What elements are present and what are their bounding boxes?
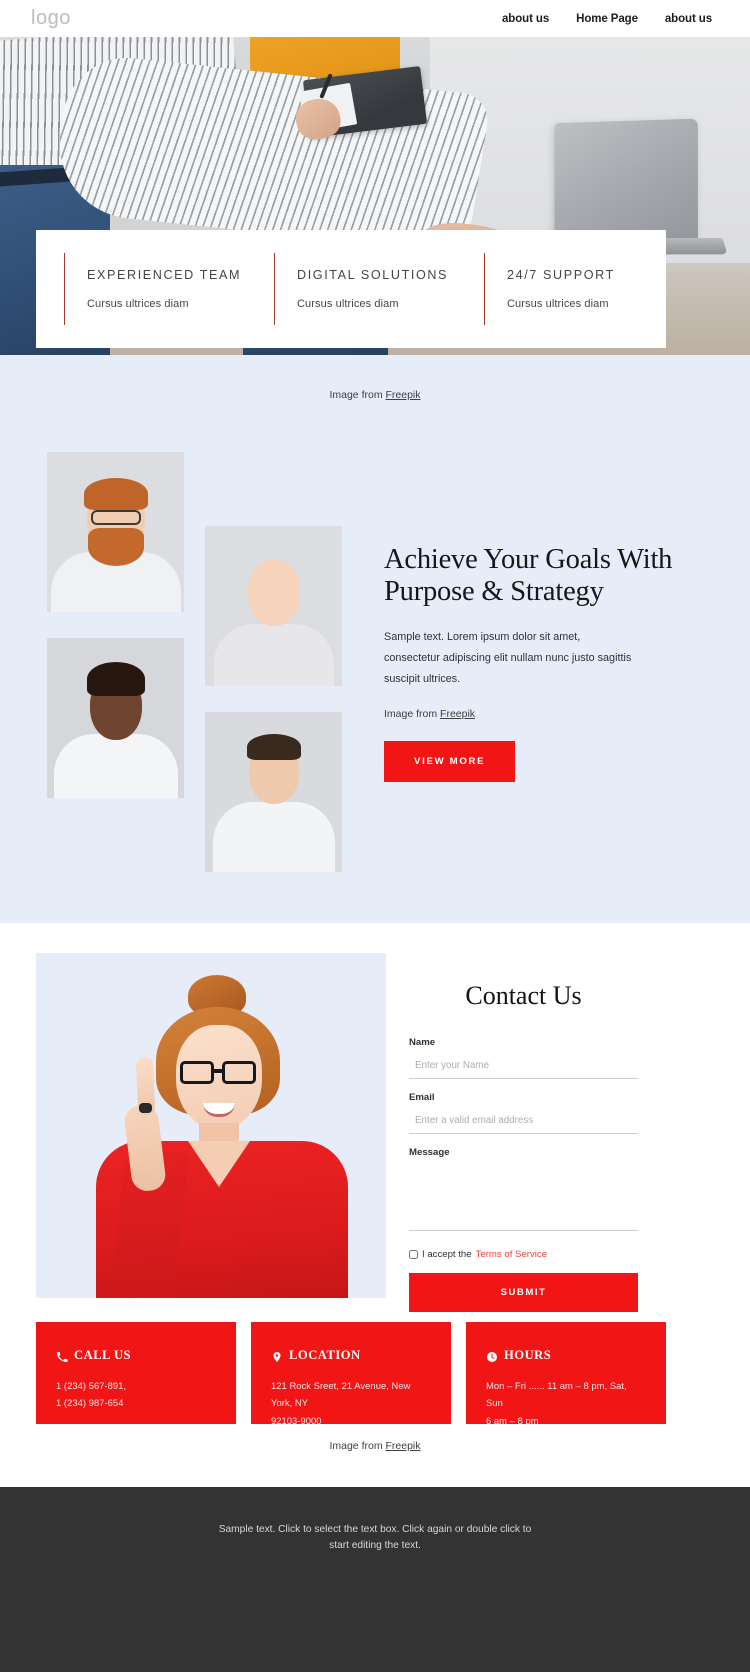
- photo-fingernail: [139, 1103, 152, 1113]
- feature-card-experienced-team[interactable]: EXPERIENCED TEAM Cursus ultrices diam: [64, 253, 246, 325]
- message-label: Message: [409, 1147, 450, 1158]
- team-photo-woman-dark-hair: [47, 638, 184, 798]
- accept-terms-prefix: I accept the: [422, 1249, 472, 1260]
- site-logo[interactable]: logo: [31, 7, 71, 30]
- info-card-line: 121 Rock Sreet, 21 Avenue, New York, NY: [271, 1380, 411, 1409]
- hero-laptop-screen: [554, 118, 698, 244]
- main-navigation: about us Home Page about us: [502, 13, 712, 25]
- credit-prefix: Image from: [329, 389, 383, 401]
- message-field-group: Message: [409, 1147, 638, 1236]
- info-card-row: CALL US 1 (234) 567-891, 1 (234) 987-654…: [36, 1322, 666, 1426]
- feature-band: EXPERIENCED TEAM Cursus ultrices diam DI…: [36, 230, 666, 348]
- info-card-header: LOCATION: [271, 1348, 431, 1363]
- name-label: Name: [409, 1037, 436, 1048]
- footer-text: Sample text. Click to select the text bo…: [218, 1524, 532, 1551]
- photo-hair: [86, 662, 145, 696]
- photo-head: [247, 560, 300, 626]
- freepik-link[interactable]: Freepik: [440, 708, 475, 720]
- info-card-header: CALL US: [56, 1348, 216, 1363]
- achieve-paragraph: Sample text. Lorem ipsum dolor sit amet,…: [384, 630, 632, 685]
- info-card-line: 92103-9000: [271, 1414, 322, 1426]
- info-card-hours[interactable]: HOURS Mon – Fri ...... 11 am – 8 pm, Sat…: [466, 1322, 666, 1426]
- page-root: logo about us Home Page about us EXPERIE…: [0, 0, 750, 1672]
- site-header: logo about us Home Page about us: [0, 0, 750, 37]
- photo-glasses-left: [180, 1061, 214, 1084]
- name-input[interactable]: [409, 1058, 638, 1079]
- info-card-header: HOURS: [486, 1348, 646, 1363]
- achieve-heading: Achieve Your Goals With Purpose & Strate…: [384, 544, 673, 607]
- photo-glasses-right: [222, 1061, 256, 1084]
- clock-icon: [486, 1350, 498, 1362]
- feature-card-support[interactable]: 24/7 SUPPORT Cursus ultrices diam: [484, 253, 666, 325]
- feature-subtitle: Cursus ultrices diam: [297, 298, 399, 310]
- hero-person-arm: [48, 52, 492, 254]
- email-input[interactable]: [409, 1113, 638, 1134]
- info-card-title: CALL US: [74, 1348, 132, 1362]
- team-photo-young-man: [205, 712, 342, 872]
- feature-card-digital-solutions[interactable]: DIGITAL SOLUTIONS Cursus ultrices diam: [274, 253, 456, 325]
- credit-prefix: Image from: [329, 1440, 383, 1452]
- info-card-line: 1 (234) 987-654: [56, 1397, 124, 1409]
- site-footer: Sample text. Click to select the text bo…: [0, 1487, 750, 1672]
- achieve-image-credit: Image from Freepik: [384, 708, 684, 720]
- hero-credit-wrap: Image from Freepik: [0, 355, 750, 401]
- map-pin-icon: [271, 1350, 283, 1362]
- credit-prefix: Image from: [384, 707, 438, 720]
- feature-subtitle: Cursus ultrices diam: [87, 298, 189, 310]
- photo-hair: [246, 734, 301, 760]
- team-photo-bearded-man: [47, 452, 184, 612]
- bottom-image-credit: Image from Freepik: [0, 1440, 750, 1452]
- nav-link-home-page[interactable]: Home Page: [576, 13, 638, 25]
- accept-terms-row: I accept the Terms of Service: [409, 1249, 638, 1260]
- feature-title: DIGITAL SOLUTIONS: [297, 268, 449, 282]
- achieve-text-block: Achieve Your Goals With Purpose & Strate…: [384, 544, 684, 782]
- info-card-line: 1 (234) 567-891,: [56, 1380, 127, 1391]
- freepik-link[interactable]: Freepik: [386, 389, 421, 401]
- photo-glasses-bridge: [214, 1069, 224, 1073]
- submit-button[interactable]: SUBMIT: [409, 1273, 638, 1312]
- photo-glasses: [90, 510, 141, 525]
- info-card-location[interactable]: LOCATION 121 Rock Sreet, 21 Avenue, New …: [251, 1322, 451, 1426]
- photo-beard: [87, 528, 144, 566]
- hero-image-credit: Image from Freepik: [0, 389, 750, 401]
- freepik-link[interactable]: Freepik: [386, 1440, 421, 1452]
- terms-of-service-link[interactable]: Terms of Service: [476, 1249, 547, 1260]
- info-card-line: 6 am – 8 pm: [486, 1414, 539, 1426]
- photo-hair: [83, 478, 148, 510]
- nav-link-about-us-2[interactable]: about us: [665, 13, 712, 25]
- info-card-title: LOCATION: [289, 1348, 361, 1362]
- nav-link-about-us-1[interactable]: about us: [502, 13, 549, 25]
- photo-body: [212, 802, 335, 872]
- view-more-button[interactable]: VIEW MORE: [384, 740, 516, 782]
- email-label: Email: [409, 1092, 435, 1103]
- feature-subtitle: Cursus ultrices diam: [507, 298, 609, 310]
- info-card-title: HOURS: [504, 1348, 552, 1362]
- email-field-group: Email: [409, 1092, 638, 1134]
- name-field-group: Name: [409, 1037, 638, 1079]
- accept-terms-checkbox[interactable]: [409, 1250, 418, 1259]
- message-textarea[interactable]: [409, 1165, 638, 1231]
- phone-icon: [56, 1350, 68, 1362]
- info-card-call-us[interactable]: CALL US 1 (234) 567-891, 1 (234) 987-654: [36, 1322, 236, 1424]
- feature-title: EXPERIENCED TEAM: [87, 268, 242, 282]
- photo-body: [213, 624, 334, 686]
- team-photo-blonde-woman: [205, 526, 342, 686]
- info-card-line: Mon – Fri ...... 11 am – 8 pm, Sat, Sun: [486, 1380, 627, 1409]
- contact-heading: Contact Us: [465, 981, 582, 1010]
- contact-form: Contact Us Name Email Message I accept t…: [409, 981, 638, 1312]
- feature-title: 24/7 SUPPORT: [507, 268, 615, 282]
- photo-body: [53, 734, 178, 798]
- contact-photo: [36, 953, 386, 1298]
